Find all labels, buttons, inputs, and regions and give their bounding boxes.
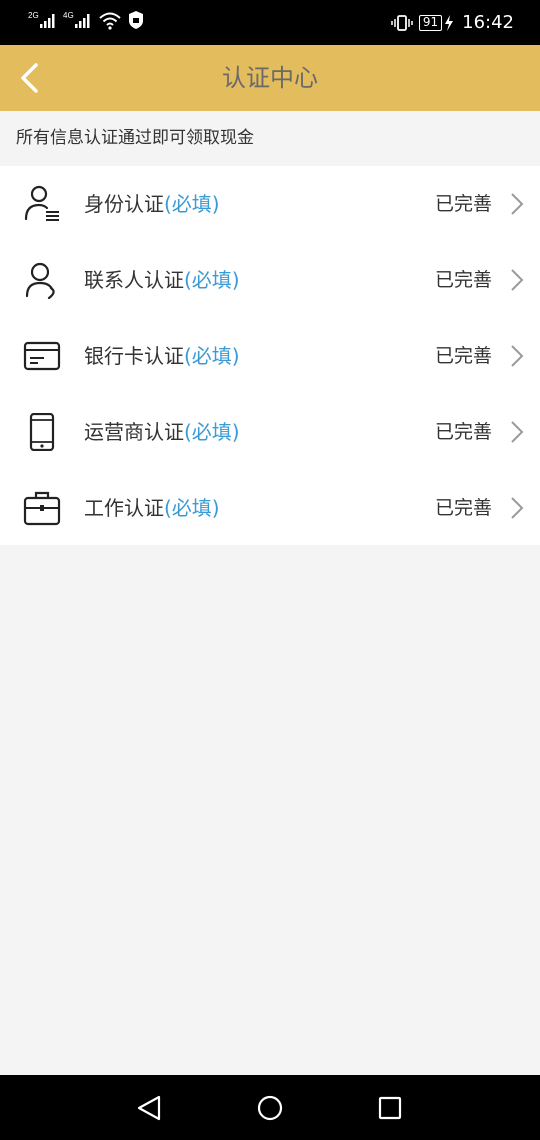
required-tag: (必填) [164,496,220,520]
signal2-label: 4G [63,11,74,20]
item-status: 已完善 [434,421,492,443]
item-label: 身份认证(必填) [84,166,220,242]
chevron-right-icon [511,345,524,367]
clock: 16:42 [462,12,514,33]
nav-home-button[interactable] [255,1093,285,1123]
nav-recents-button[interactable] [375,1093,405,1123]
item-name: 运营商认证 [84,420,184,444]
chevron-right-icon [511,193,524,215]
page-title: 认证中心 [222,64,318,92]
item-status: 已完善 [434,497,492,519]
item-label: 工作认证(必填) [84,470,220,546]
signal1-label: 2G [28,11,39,20]
item-status: 已完善 [434,193,492,215]
item-name: 联系人认证 [84,268,184,292]
verification-list: 身份认证(必填) 已完善 联系人认证(必填) 已完善 银行卡认证(必填) 已完善 [0,166,540,545]
item-name: 工作认证 [84,496,164,520]
contact-person-icon [25,262,55,299]
id-card-person-icon [24,185,59,221]
list-item-bank-card[interactable]: 银行卡认证(必填) 已完善 [0,318,540,394]
circle-home-icon [257,1095,283,1121]
list-item-identity[interactable]: 身份认证(必填) 已完善 [0,166,540,242]
nav-back-button[interactable] [135,1093,165,1123]
wifi-icon [99,12,121,30]
chevron-right-icon [511,421,524,443]
briefcase-icon [23,491,61,526]
required-tag: (必填) [184,420,240,444]
item-label: 联系人认证(必填) [84,242,240,318]
status-bar: 2G 4G 91 16:42 [0,0,540,45]
charging-icon [445,14,454,31]
required-tag: (必填) [184,344,240,368]
cellular-signal-icon: 4G [63,11,90,28]
app-header: 认证中心 [0,45,540,111]
list-item-carrier[interactable]: 运营商认证(必填) 已完善 [0,394,540,470]
list-item-contacts[interactable]: 联系人认证(必填) 已完善 [0,242,540,318]
item-status: 已完善 [434,345,492,367]
battery-level: 91 [418,14,443,31]
item-label: 银行卡认证(必填) [84,318,240,394]
list-item-work[interactable]: 工作认证(必填) 已完善 [0,470,540,546]
bank-card-icon [23,341,61,371]
vibrate-icon [391,14,413,31]
vpn-shield-icon [129,11,143,29]
required-tag: (必填) [164,192,220,216]
system-nav-bar [0,1075,540,1140]
status-left: 2G 4G [28,10,146,30]
item-label: 运营商认证(必填) [84,394,240,470]
triangle-back-icon [137,1095,161,1121]
item-name: 银行卡认证 [84,344,184,368]
chevron-right-icon [511,497,524,519]
required-tag: (必填) [184,268,240,292]
item-status: 已完善 [434,269,492,291]
mobile-phone-icon [29,413,55,451]
notice-text: 所有信息认证通过即可领取现金 [0,111,540,166]
cellular-signal-icon: 2G [28,11,55,28]
status-right: 91 16:42 [391,0,514,45]
square-recents-icon [378,1096,402,1120]
chevron-right-icon [511,269,524,291]
item-name: 身份认证 [84,192,164,216]
